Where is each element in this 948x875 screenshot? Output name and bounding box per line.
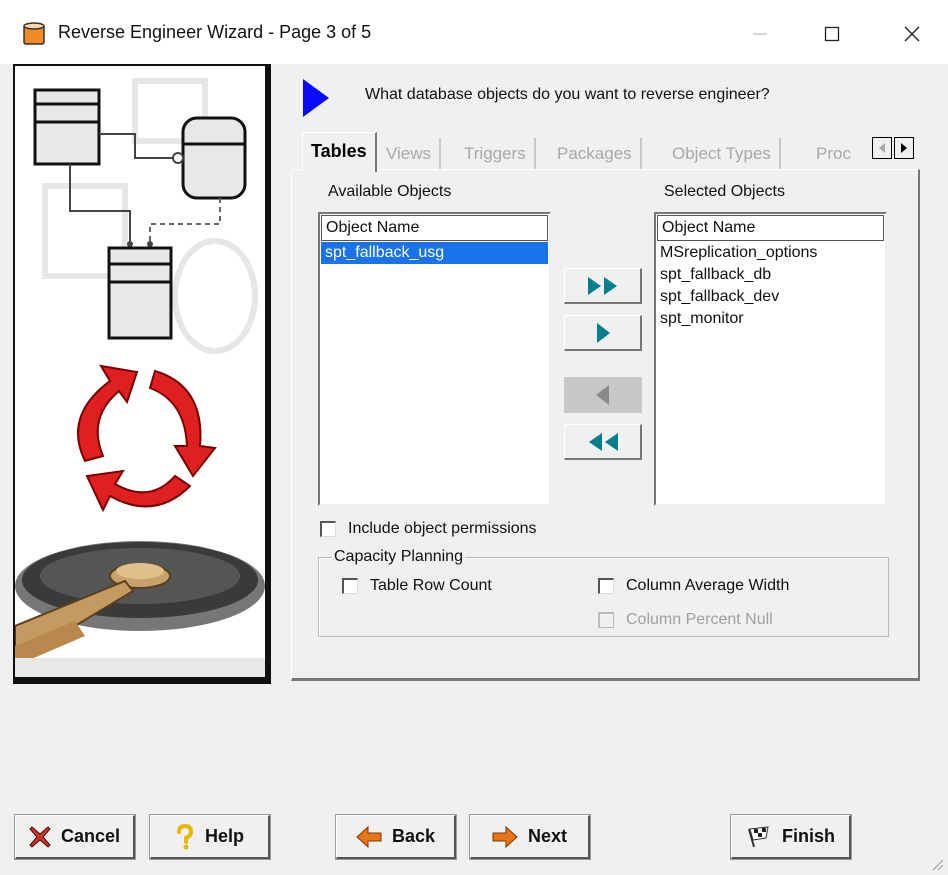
- tab-packages[interactable]: Packages: [549, 138, 642, 170]
- back-label: Back: [391, 826, 436, 846]
- arrow-right-icon: [596, 322, 610, 343]
- chevron-left-icon: [879, 143, 885, 153]
- move-left-button[interactable]: [564, 377, 642, 413]
- double-arrow-right-icon: [587, 276, 617, 295]
- close-button[interactable]: [892, 14, 932, 54]
- finish-button[interactable]: Finish: [730, 814, 852, 860]
- column-average-width-label: Column Average Width: [626, 577, 790, 594]
- checkbox-box[interactable]: [598, 612, 614, 628]
- tab-object-types[interactable]: Object Types: [664, 138, 781, 170]
- available-objects-list[interactable]: Object Name spt_fallback_usg: [318, 212, 551, 506]
- move-all-left-button[interactable]: [564, 424, 642, 460]
- reverse-engineer-illustration: [15, 78, 265, 677]
- help-button[interactable]: Help: [149, 814, 271, 860]
- finish-label: Finish: [782, 826, 835, 846]
- wizard-illustration: [13, 64, 271, 684]
- checkbox-box[interactable]: [320, 521, 336, 537]
- list-item[interactable]: spt_fallback_dev: [656, 286, 885, 308]
- list-item[interactable]: spt_fallback_usg: [321, 242, 548, 264]
- window-title: Reverse Engineer Wizard - Page 3 of 5: [58, 22, 372, 42]
- tab-views[interactable]: Views: [378, 138, 442, 170]
- minimize-icon: [753, 33, 767, 35]
- include-permissions-checkbox[interactable]: Include object permissions: [320, 520, 537, 538]
- move-all-right-button[interactable]: [564, 268, 642, 304]
- table-row-count-checkbox[interactable]: Table Row Count: [342, 577, 492, 595]
- checkbox-box[interactable]: [342, 578, 358, 594]
- question-mark-icon: [176, 823, 193, 849]
- title-bar: Reverse Engineer Wizard - Page 3 of 5: [0, 0, 948, 64]
- tab-scroll-right-button[interactable]: [894, 137, 914, 159]
- arrow-left-icon: [356, 825, 382, 848]
- available-objects-label: Available Objects: [328, 183, 452, 200]
- list-item[interactable]: spt_monitor: [656, 308, 885, 330]
- maximize-icon: [824, 26, 840, 42]
- close-icon: [904, 26, 920, 42]
- column-percent-null-checkbox[interactable]: Column Percent Null: [598, 611, 773, 629]
- resize-grip-icon[interactable]: [928, 855, 944, 871]
- list-item[interactable]: spt_fallback_db: [656, 264, 885, 286]
- object-type-tabs: Tables Views Triggers Packages Object Ty…: [298, 132, 918, 172]
- blue-triangle-icon: [303, 79, 329, 117]
- column-percent-null-label: Column Percent Null: [626, 611, 773, 628]
- selected-object-name-header[interactable]: Object Name: [657, 215, 884, 241]
- available-object-name-header[interactable]: Object Name: [321, 215, 548, 241]
- wizard-prompt: What database objects do you want to rev…: [365, 86, 770, 103]
- arrow-right-icon: [492, 825, 518, 848]
- back-button[interactable]: Back: [335, 814, 457, 860]
- next-label: Next: [527, 826, 567, 846]
- database-app-icon: [23, 22, 45, 45]
- column-average-width-checkbox[interactable]: Column Average Width: [598, 577, 789, 595]
- checkered-flag-icon: [748, 825, 769, 847]
- tab-tables[interactable]: Tables: [302, 132, 377, 172]
- cancel-label: Cancel: [60, 826, 121, 846]
- checkbox-box[interactable]: [598, 578, 614, 594]
- chevron-right-icon: [901, 143, 907, 153]
- include-permissions-label: Include object permissions: [348, 520, 537, 537]
- maximize-button[interactable]: [812, 14, 852, 54]
- double-arrow-left-icon: [588, 432, 618, 451]
- selected-objects-list[interactable]: Object Name MSreplication_options spt_fa…: [654, 212, 887, 506]
- help-label: Help: [204, 826, 244, 846]
- capacity-planning-legend: Capacity Planning: [332, 548, 465, 566]
- tab-procedures[interactable]: Proc: [808, 138, 858, 170]
- arrow-left-icon: [595, 384, 609, 405]
- selected-objects-label: Selected Objects: [664, 183, 785, 200]
- move-right-button[interactable]: [564, 315, 642, 351]
- next-button[interactable]: Next: [469, 814, 591, 860]
- table-row-count-label: Table Row Count: [370, 577, 492, 594]
- tab-scroll-left-button[interactable]: [872, 137, 892, 159]
- tab-triggers[interactable]: Triggers: [456, 138, 536, 170]
- cancel-x-icon: [29, 825, 51, 848]
- minimize-button[interactable]: [740, 14, 780, 54]
- cancel-button[interactable]: Cancel: [14, 814, 136, 860]
- list-item[interactable]: MSreplication_options: [656, 242, 885, 264]
